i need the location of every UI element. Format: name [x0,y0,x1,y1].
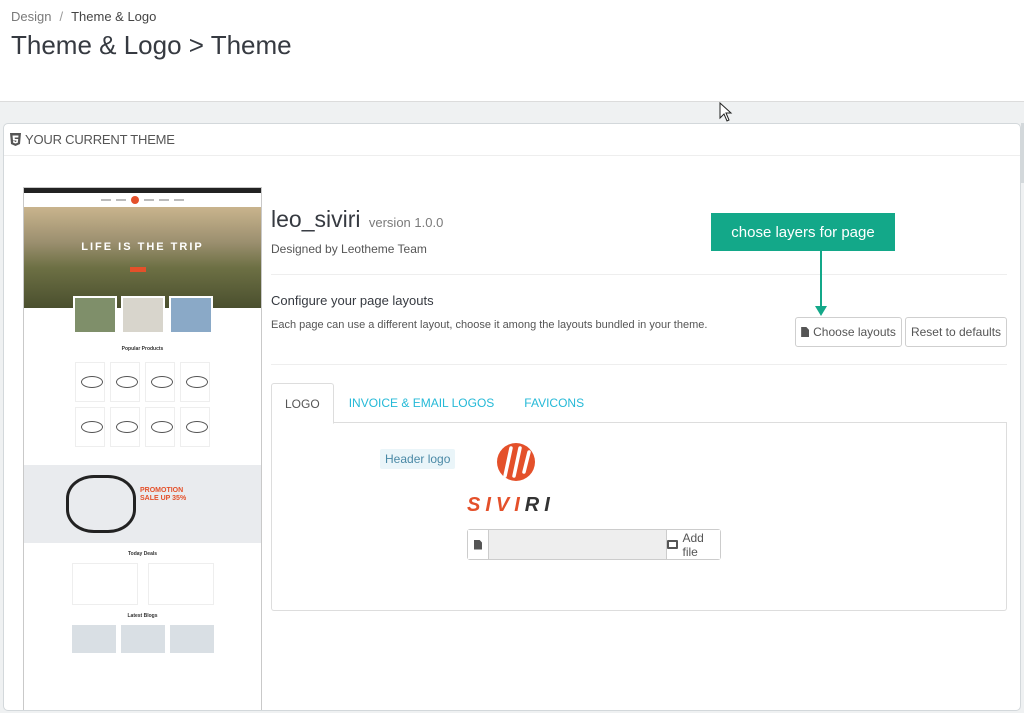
preview-hero: LIFE IS THE TRIP [24,207,261,308]
file-icon [468,530,489,559]
tab-logo[interactable]: LOGO [271,383,334,424]
theme-name: leo_siviri version 1.0.0 [271,206,443,233]
preview-promo-banner: PROMOTION SALE UP 35% [24,465,261,543]
logo-file-upload: Add file [467,529,721,560]
panel-heading: YOUR CURRENT THEME [4,124,1020,156]
add-file-button[interactable]: Add file [665,530,720,559]
layouts-description: Each page can use a different layout, ch… [271,319,708,331]
annotation-line [820,251,822,309]
header-logo-label: Header logo [380,449,456,469]
preview-categories [24,296,261,334]
mouse-cursor-icon [719,102,733,122]
siviri-logo-mark-icon [497,443,535,481]
theme-author: Designed by Leotheme Team [271,242,427,256]
preview-hero-title: LIFE IS THE TRIP [81,241,204,253]
choose-layouts-button[interactable]: Choose layouts [795,317,902,347]
theme-preview-image: LIFE IS THE TRIP Popular Products PROMOT… [23,187,262,710]
preview-product-grid [24,362,261,447]
header-logo-image: SIVIRI [467,442,557,522]
preview-promo-text: PROMOTION SALE UP 35% [140,487,187,502]
preview-nav [24,193,261,207]
panel-heading-text: YOUR CURRENT THEME [25,132,175,147]
annotation-arrow-icon [815,306,827,316]
layouts-title: Configure your page layouts [271,293,434,308]
breadcrumb: Design / Theme & Logo [11,9,156,24]
logo-file-input[interactable] [488,530,666,559]
divider [271,274,1007,275]
add-file-label: Add file [682,530,704,559]
preview-deals-title: Today Deals [127,551,158,557]
file-icon [801,327,810,337]
tab-favicons[interactable]: FAVICONS [509,383,599,423]
current-theme-panel: YOUR CURRENT THEME LIFE IS THE TRIP Popu… [3,123,1021,711]
divider [271,364,1007,365]
folder-open-icon [666,540,679,549]
reset-to-defaults-label: Reset to defaults [910,325,1002,339]
preview-blogs [24,625,261,653]
logo-tabs: LOGO INVOICE & EMAIL LOGOS FAVICONS [271,383,1007,424]
page-title: Theme & Logo > Theme [11,30,292,60]
siviri-logo-text: SIVIRI [467,494,555,516]
breadcrumb-separator: / [59,9,64,24]
theme-name-text: leo_siviri [271,206,361,232]
breadcrumb-parent-link[interactable]: Design [11,9,51,24]
tab-invoice-email-logos[interactable]: INVOICE & EMAIL LOGOS [334,383,510,423]
breadcrumb-current: Theme & Logo [71,9,157,24]
annotation-callout: chose layers for page [711,213,895,251]
reset-to-defaults-button[interactable]: Reset to defaults [905,317,1007,347]
preview-blogs-title: Latest Blogs [127,613,158,619]
preview-deals [24,563,261,605]
html5-icon [10,133,21,146]
page-header: Design / Theme & Logo Theme & Logo > Theme [0,0,1024,102]
theme-version: version 1.0.0 [368,215,444,230]
choose-layouts-label: Choose layouts [813,325,896,339]
preview-popular-title: Popular Products [121,346,164,352]
